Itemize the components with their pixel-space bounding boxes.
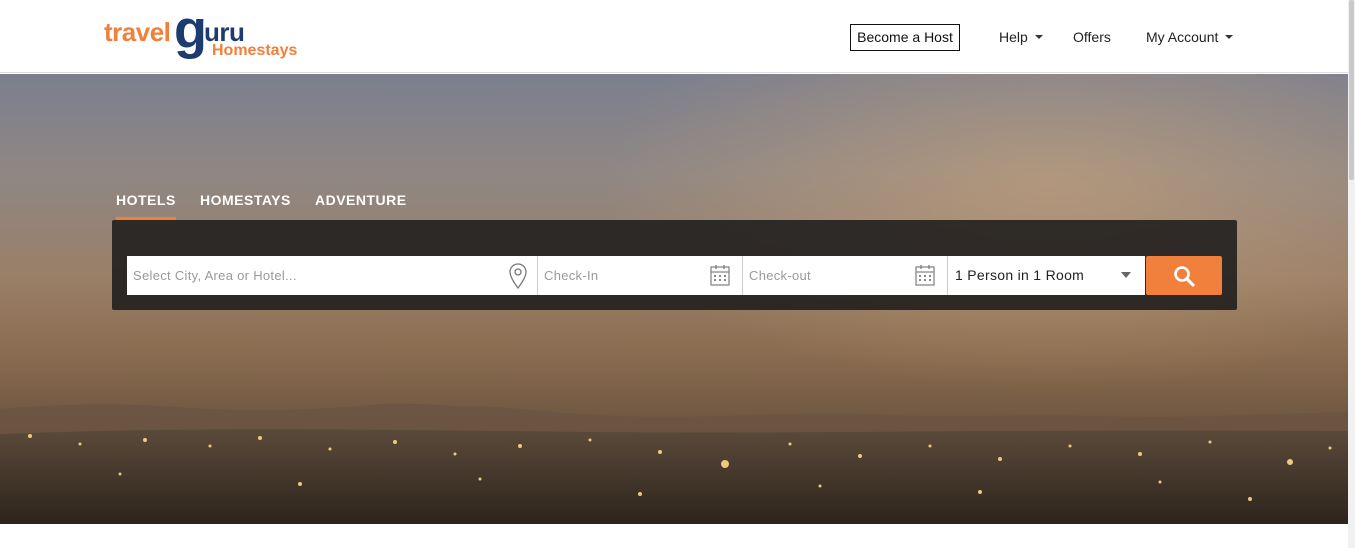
map-pin-icon <box>509 263 527 294</box>
help-menu[interactable]: Help <box>999 24 1043 51</box>
scrollbar-thumb[interactable] <box>1349 0 1354 180</box>
search-panel: 1 Person in 1 Room <box>112 220 1237 310</box>
logo-text-g: g <box>174 0 207 60</box>
destination-field[interactable] <box>127 256 538 295</box>
chevron-down-icon <box>1034 35 1043 40</box>
tab-homestays[interactable]: HOMESTAYS <box>200 192 291 220</box>
guests-select[interactable]: 1 Person in 1 Room <box>948 256 1145 295</box>
travelguru-logo[interactable]: travel g uru Homestays <box>104 0 314 62</box>
tab-adventure[interactable]: ADVENTURE <box>315 192 407 220</box>
offers-link[interactable]: Offers <box>1073 24 1111 51</box>
logo-text-travel: travel <box>104 17 171 47</box>
checkout-field[interactable] <box>743 256 948 295</box>
help-label: Help <box>999 29 1028 45</box>
search-icon <box>1174 266 1195 287</box>
logo-subtitle: Homestays <box>212 42 298 59</box>
guests-value: 1 Person in 1 Room <box>955 267 1085 283</box>
checkin-field[interactable] <box>538 256 743 295</box>
calendar-icon <box>710 264 730 291</box>
site-header: travel g uru Homestays Become a Host Hel… <box>0 0 1348 73</box>
tab-hotels[interactable]: HOTELS <box>116 192 176 220</box>
calendar-icon <box>915 264 935 291</box>
chevron-down-icon <box>1225 35 1234 40</box>
page-scrollbar[interactable] <box>1348 0 1355 548</box>
destination-input[interactable] <box>127 256 537 295</box>
my-account-menu[interactable]: My Account <box>1146 24 1234 51</box>
become-host-button[interactable]: Become a Host <box>850 24 960 51</box>
search-button[interactable] <box>1146 256 1222 295</box>
my-account-label: My Account <box>1146 29 1219 45</box>
dropdown-caret-icon <box>1121 272 1131 278</box>
